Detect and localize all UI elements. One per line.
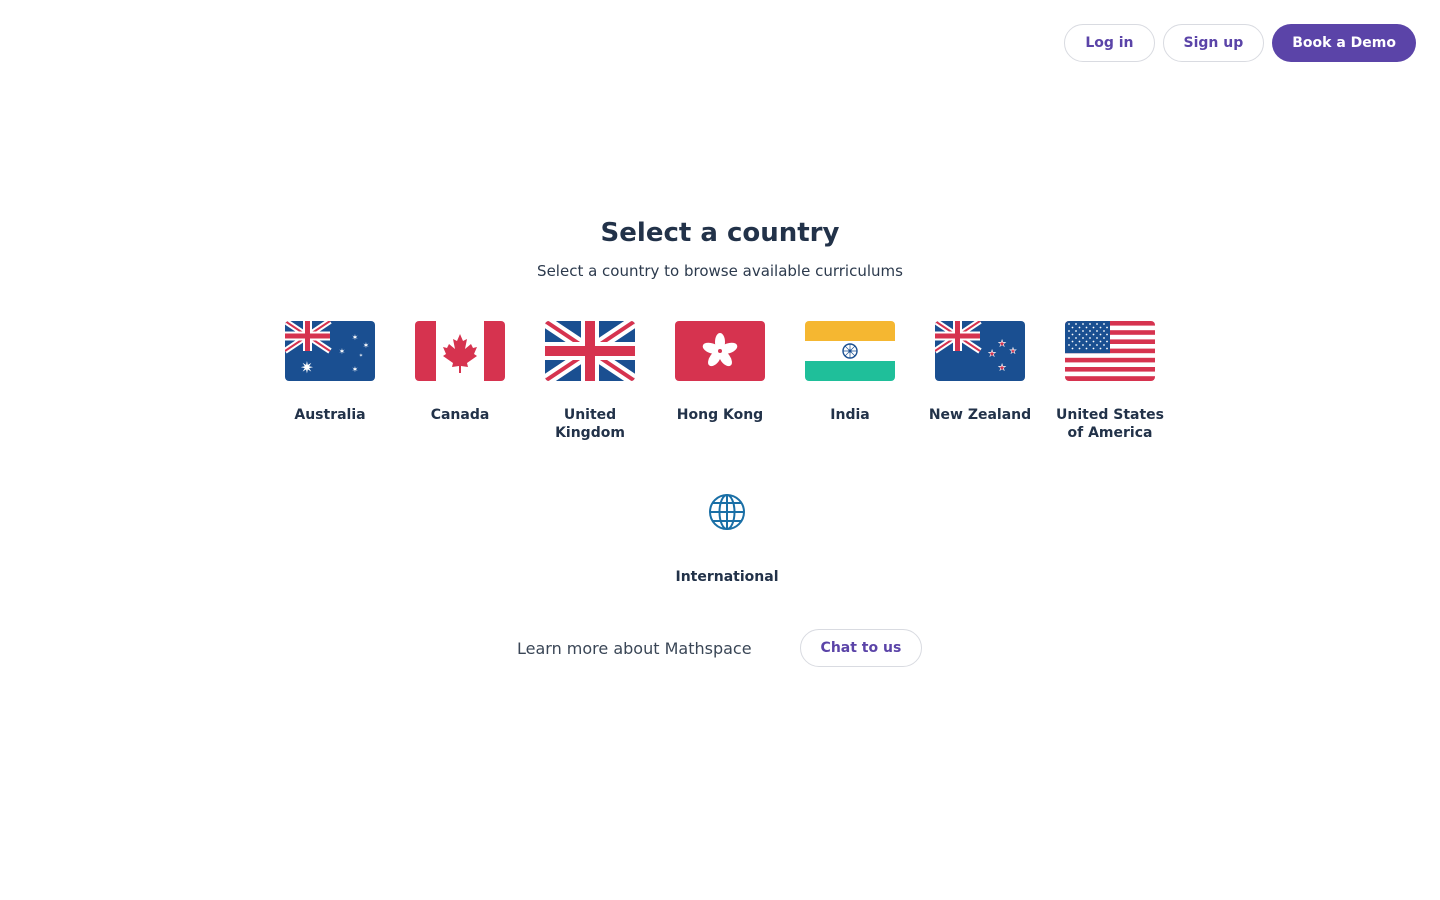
country-canada[interactable]: Canada (395, 321, 525, 442)
country-australia[interactable]: ✷ ✶ ✶ ✶ ✶ ✶ Australia (265, 321, 395, 442)
country-label: United States of America (1056, 407, 1164, 441)
country-list: ✷ ✶ ✶ ✶ ✶ ✶ Australia Canada United King… (265, 321, 1175, 442)
country-label: Hong Kong (676, 407, 764, 423)
hong-kong-flag-icon (675, 321, 765, 381)
country-india[interactable]: India (785, 321, 915, 442)
svg-text:★: ★ (989, 350, 995, 358)
country-label: Canada (430, 407, 490, 423)
page-title: Select a country (600, 218, 840, 248)
svg-text:✶: ✶ (363, 341, 370, 350)
chat-button[interactable]: Chat to us (799, 629, 923, 667)
country-label: Australia (294, 407, 366, 423)
country-label: India (830, 407, 870, 423)
country-label: United Kingdom (555, 407, 625, 441)
svg-text:✶: ✶ (359, 353, 363, 359)
svg-text:★: ★ (999, 340, 1005, 348)
country-united-kingdom[interactable]: United Kingdom (525, 321, 655, 442)
page-subtitle: Select a country to browse available cur… (537, 262, 903, 280)
country-label: International (675, 569, 779, 585)
india-flag-icon (805, 321, 895, 381)
globe-icon (707, 492, 747, 532)
svg-text:★: ★ (1010, 348, 1015, 355)
svg-text:✷: ✷ (300, 358, 313, 377)
login-button[interactable]: Log in (1064, 24, 1155, 62)
learn-more-row: Learn more about Mathspace Chat to us (517, 629, 923, 667)
signup-button[interactable]: Sign up (1162, 24, 1265, 62)
book-demo-button[interactable]: Book a Demo (1272, 24, 1416, 62)
australia-flag-icon: ✷ ✶ ✶ ✶ ✶ ✶ (285, 321, 375, 381)
svg-text:✶: ✶ (352, 333, 359, 342)
country-hong-kong[interactable]: Hong Kong (655, 321, 785, 442)
country-international[interactable]: International (662, 492, 792, 586)
country-united-states[interactable]: United States of America (1045, 321, 1175, 442)
country-new-zealand[interactable]: ★ ★ ★ ★ ★ ★ ★ ★ New Zealand (915, 321, 1045, 442)
svg-text:✶: ✶ (339, 347, 346, 356)
usa-flag-icon (1065, 321, 1155, 381)
canada-flag-icon (415, 321, 505, 381)
new-zealand-flag-icon: ★ ★ ★ ★ ★ ★ ★ ★ (935, 321, 1025, 381)
united-kingdom-flag-icon (545, 321, 635, 381)
page: Log in Sign up Book a Demo Select a coun… (0, 0, 1440, 900)
svg-text:✶: ✶ (352, 365, 359, 374)
country-label: New Zealand (928, 407, 1032, 423)
svg-text:★: ★ (999, 364, 1005, 372)
learn-more-text: Learn more about Mathspace (517, 638, 752, 658)
header-actions: Log in Sign up Book a Demo (1064, 24, 1416, 62)
